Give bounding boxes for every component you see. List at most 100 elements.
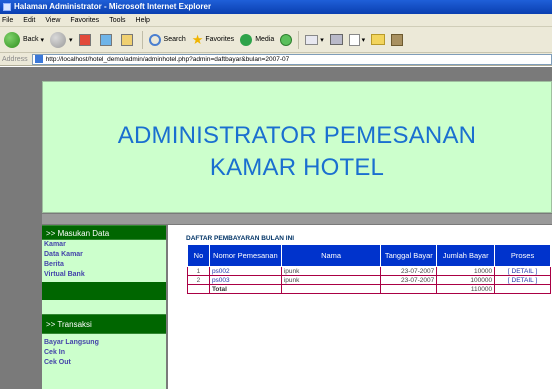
history-button[interactable] [280,33,293,46]
window-titlebar: Halaman Administrator - Microsoft Intern… [0,0,552,14]
menu-tools[interactable]: Tools [109,17,125,24]
cell-empty [187,284,210,294]
page-header: ADMINISTRATOR PEMESANAN KAMAR HOTEL [42,81,552,213]
sidebar-section-masukan-data: >> Masukan Data [42,225,166,240]
mail-icon [305,34,319,45]
cell-jumlah-bayar: 100000 [436,275,496,285]
address-url: http://localhost/hotel_demo/admin/adminh… [45,55,290,63]
col-header-no: No [187,244,210,267]
search-icon [148,33,161,46]
stop-icon [78,33,91,46]
cell-empty [380,284,438,294]
mail-button[interactable]: ▾ [305,34,324,45]
header-title-line2: KAMAR HOTEL [209,154,385,181]
col-header-nama: Nama [280,244,382,267]
sidebar-item-berita[interactable]: Berita [42,260,166,270]
cell-nomor-pemesanan[interactable]: ps003 [208,275,282,285]
messenger-button[interactable] [391,33,404,46]
forward-dropdown-icon[interactable]: ▾ [69,36,73,44]
cell-jumlah-bayar: 10000 [436,266,496,276]
media-button[interactable]: Media [240,33,275,46]
sidebar-item-virtual-bank[interactable]: Virtual Bank [42,270,166,280]
messenger-icon [391,33,404,46]
back-arrow-icon [4,31,20,48]
refresh-icon [99,33,112,46]
cell-nama: ipunk [280,275,382,285]
table-header-row: No Nomor Pemesanan Nama Tanggal Bayar Ju… [187,244,551,267]
media-label: Media [255,36,275,43]
home-icon [120,33,133,46]
menu-help[interactable]: Help [136,17,150,24]
page-icon [34,55,43,63]
window-title: Halaman Administrator - Microsoft Intern… [14,2,212,11]
cell-nama: ipunk [280,266,382,276]
cell-no: 2 [187,275,210,285]
table-title: DAFTAR PEMBAYARAN BULAN INI [186,235,295,242]
total-value: 110000 [436,284,496,294]
print-button[interactable] [329,34,343,45]
menu-bar: File Edit View Favorites Tools Help [0,14,552,27]
sidebar-item-bayar-langsung[interactable]: Bayar Langsung [42,338,166,348]
col-header-jumlah-bayar: Jumlah Bayar [436,244,496,267]
page-viewport: ADMINISTRATOR PEMESANAN KAMAR HOTEL >> M… [0,67,552,389]
stop-button[interactable] [78,33,94,46]
sidebar-item-kamar[interactable]: Kamar [42,240,166,250]
menu-file[interactable]: File [2,17,13,24]
back-button[interactable]: Back ▾ [4,31,45,48]
history-icon [280,33,293,46]
refresh-button[interactable] [99,33,115,46]
address-bar: Address http://localhost/hotel_demo/admi… [0,53,552,66]
sidebar: >> Masukan Data Kamar Data Kamar Berita … [42,225,166,389]
address-label: Address [2,55,28,63]
sidebar-gap [42,300,166,314]
home-button[interactable] [120,33,136,46]
total-label: Total [208,284,282,294]
main-content: DAFTAR PEMBAYARAN BULAN INI No Nomor Pem… [168,225,552,389]
folder-button[interactable] [371,34,386,45]
table-total-row: Total 110000 [187,284,551,294]
star-icon: ★ [191,31,204,47]
sidebar-item-cek-in[interactable]: Cek In [42,348,166,358]
header-title-line1: ADMINISTRATOR PEMESANAN [117,122,477,149]
cell-nomor-pemesanan[interactable]: ps002 [208,266,282,276]
cell-tanggal-bayar: 23-07-2007 [380,275,438,285]
menu-edit[interactable]: Edit [23,17,35,24]
sidebar-divider [42,282,166,300]
col-header-nomor-pemesanan: Nomor Pemesanan [208,244,282,267]
sidebar-item-cek-out[interactable]: Cek Out [42,358,166,368]
back-dropdown-icon[interactable]: ▾ [39,36,45,44]
search-button[interactable]: Search [148,33,186,46]
edit-button[interactable]: ▾ [348,33,365,46]
forward-arrow-icon [50,31,67,48]
payment-table: No Nomor Pemesanan Nama Tanggal Bayar Ju… [187,244,551,294]
detail-link[interactable]: [ DETAIL ] [494,266,551,276]
table-row: 1 ps002 ipunk 23-07-2007 10000 [ DETAIL … [187,266,551,276]
toolbar-separator [141,30,143,49]
toolbar-separator-2 [298,30,300,49]
cell-tanggal-bayar: 23-07-2007 [380,266,438,276]
forward-button[interactable]: ▾ [50,31,73,48]
ie-app-icon [3,3,11,11]
printer-icon [329,34,343,45]
search-label: Search [163,36,186,43]
header-divider [42,214,552,224]
cell-no: 1 [187,266,210,276]
menu-favorites[interactable]: Favorites [70,17,99,24]
menu-view[interactable]: View [45,17,60,24]
folder-icon [371,34,386,45]
favorites-button[interactable]: ★ Favorites [192,32,234,48]
media-icon [240,33,253,46]
cell-empty [494,284,551,294]
detail-link[interactable]: [ DETAIL ] [494,275,551,285]
toolbar: Back ▾ ▾ Search ★ Favorites Media ▾ ▾ [0,27,552,53]
favorites-label: Favorites [205,36,235,43]
col-header-tanggal-bayar: Tanggal Bayar [380,244,438,267]
address-input[interactable]: http://localhost/hotel_demo/admin/adminh… [31,53,552,65]
sidebar-item-data-kamar[interactable]: Data Kamar [42,250,166,260]
back-label: Back [23,36,39,43]
col-header-proses: Proses [494,244,551,267]
sidebar-section-transaksi: >> Transaksi [42,314,166,334]
table-row: 2 ps003 ipunk 23-07-2007 100000 [ DETAIL… [187,275,551,285]
cell-empty [280,284,382,294]
edit-page-icon [348,33,360,46]
